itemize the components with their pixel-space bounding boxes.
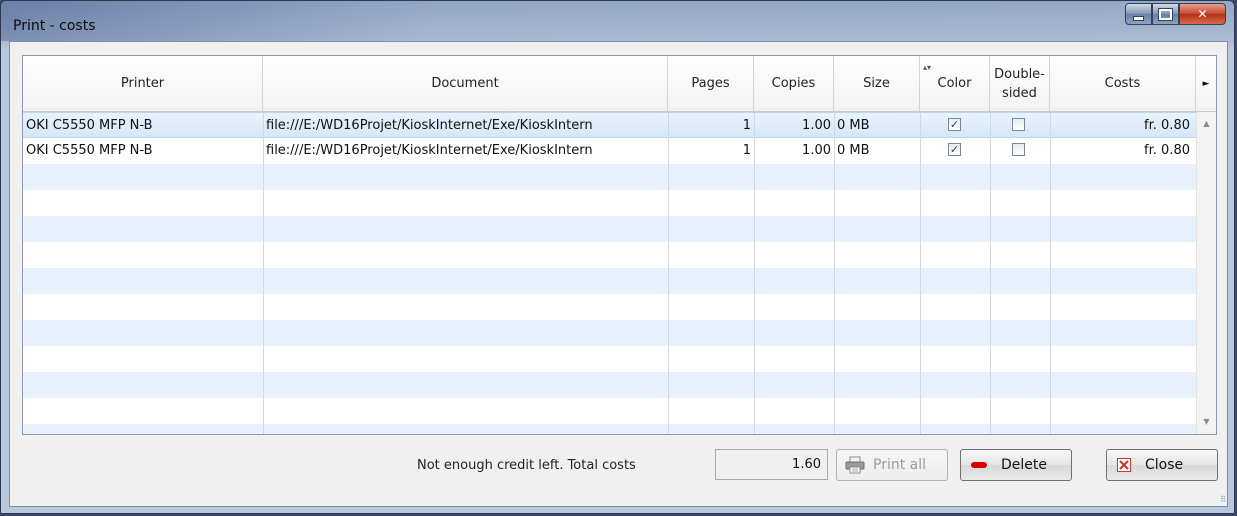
- maximize-button[interactable]: [1152, 3, 1179, 25]
- minimize-button[interactable]: [1125, 3, 1152, 25]
- close-button[interactable]: Close: [1106, 449, 1218, 481]
- dialog-client-area: Printer Document Pages Copies Size ▴▾ Co…: [9, 41, 1228, 507]
- cell-pages: 1: [742, 143, 751, 158]
- column-divider: [990, 112, 991, 434]
- maximize-icon: [1158, 7, 1173, 21]
- printer-icon: [845, 456, 865, 474]
- color-checkbox[interactable]: ✓: [948, 143, 961, 156]
- column-header-document[interactable]: Document: [263, 56, 668, 111]
- print-jobs-table: Printer Document Pages Copies Size ▴▾ Co…: [22, 55, 1217, 435]
- double-sided-checkbox[interactable]: [1012, 118, 1025, 131]
- window-close-button[interactable]: ✕: [1179, 3, 1226, 25]
- empty-row: [23, 294, 1196, 320]
- resize-grip-icon[interactable]: ⠿: [1220, 495, 1226, 504]
- close-label: Close: [1145, 457, 1184, 473]
- table-row[interactable]: OKI C5550 MFP N-B file:///E:/WD16Projet/…: [23, 138, 1196, 164]
- print-all-label: Print all: [873, 457, 927, 473]
- total-costs-field: 1.60: [715, 449, 828, 480]
- column-header-color[interactable]: ▴▾ Color: [920, 56, 990, 111]
- cell-size: 0 MB: [837, 143, 870, 158]
- window-title: Print - costs: [13, 18, 96, 34]
- color-checkbox[interactable]: ✓: [948, 118, 961, 131]
- empty-row: [23, 372, 1196, 398]
- table-row[interactable]: OKI C5550 MFP N-B file:///E:/WD16Projet/…: [23, 112, 1196, 138]
- cell-copies: 1.00: [802, 143, 831, 158]
- empty-row: [23, 268, 1196, 294]
- empty-row: [23, 320, 1196, 346]
- double-sided-checkbox[interactable]: [1012, 143, 1025, 156]
- header-scroll-right-icon[interactable]: ►: [1196, 56, 1216, 111]
- delete-button[interactable]: Delete: [960, 449, 1072, 481]
- column-header-costs[interactable]: Costs: [1050, 56, 1196, 111]
- cell-costs: fr. 0.80: [1144, 118, 1190, 133]
- cell-printer: OKI C5550 MFP N-B: [26, 118, 153, 133]
- cell-document: file:///E:/WD16Projet/KioskInternet/Exe/…: [266, 143, 593, 158]
- table-header: Printer Document Pages Copies Size ▴▾ Co…: [23, 56, 1216, 112]
- empty-row: [23, 164, 1196, 190]
- cell-costs: fr. 0.80: [1144, 143, 1190, 158]
- column-header-size[interactable]: Size: [834, 56, 920, 111]
- caption-buttons: ✕: [1125, 3, 1226, 27]
- empty-row: [23, 398, 1196, 424]
- cell-size: 0 MB: [837, 118, 870, 133]
- column-header-double-sided[interactable]: Double- sided: [990, 56, 1050, 111]
- column-header-pages[interactable]: Pages: [668, 56, 754, 111]
- column-header-printer[interactable]: Printer: [23, 56, 263, 111]
- column-divider: [920, 112, 921, 434]
- empty-row: [23, 190, 1196, 216]
- cell-copies: 1.00: [802, 118, 831, 133]
- close-icon: [1117, 458, 1131, 472]
- title-bar[interactable]: Print - costs ✕: [1, 1, 1234, 41]
- credit-status-message: Not enough credit left. Total costs: [417, 458, 636, 473]
- empty-row: [23, 346, 1196, 372]
- table-body: OKI C5550 MFP N-B file:///E:/WD16Projet/…: [23, 112, 1196, 434]
- column-header-copies[interactable]: Copies: [754, 56, 834, 111]
- column-divider: [1050, 112, 1051, 434]
- close-x-icon: ✕: [1197, 7, 1208, 21]
- empty-row: [23, 424, 1196, 434]
- cell-pages: 1: [742, 118, 751, 133]
- column-divider: [754, 112, 755, 434]
- column-divider: [668, 112, 669, 434]
- cell-document: file:///E:/WD16Projet/KioskInternet/Exe/…: [266, 118, 593, 133]
- vertical-scrollbar[interactable]: ▲ ▼: [1196, 112, 1216, 434]
- print-costs-window: Print - costs ✕ Printer Document Pages C…: [0, 0, 1235, 514]
- delete-label: Delete: [1001, 457, 1047, 473]
- sort-indicator-icon: ▴▾: [923, 63, 932, 72]
- delete-icon: [971, 460, 987, 470]
- empty-row: [23, 216, 1196, 242]
- cell-printer: OKI C5550 MFP N-B: [26, 143, 153, 158]
- column-divider: [834, 112, 835, 434]
- print-all-button[interactable]: Print all: [836, 449, 948, 481]
- minimize-icon: [1133, 15, 1144, 21]
- empty-row: [23, 242, 1196, 268]
- scroll-up-icon[interactable]: ▲: [1197, 116, 1216, 132]
- column-divider: [263, 112, 264, 434]
- scroll-down-icon[interactable]: ▼: [1197, 414, 1216, 430]
